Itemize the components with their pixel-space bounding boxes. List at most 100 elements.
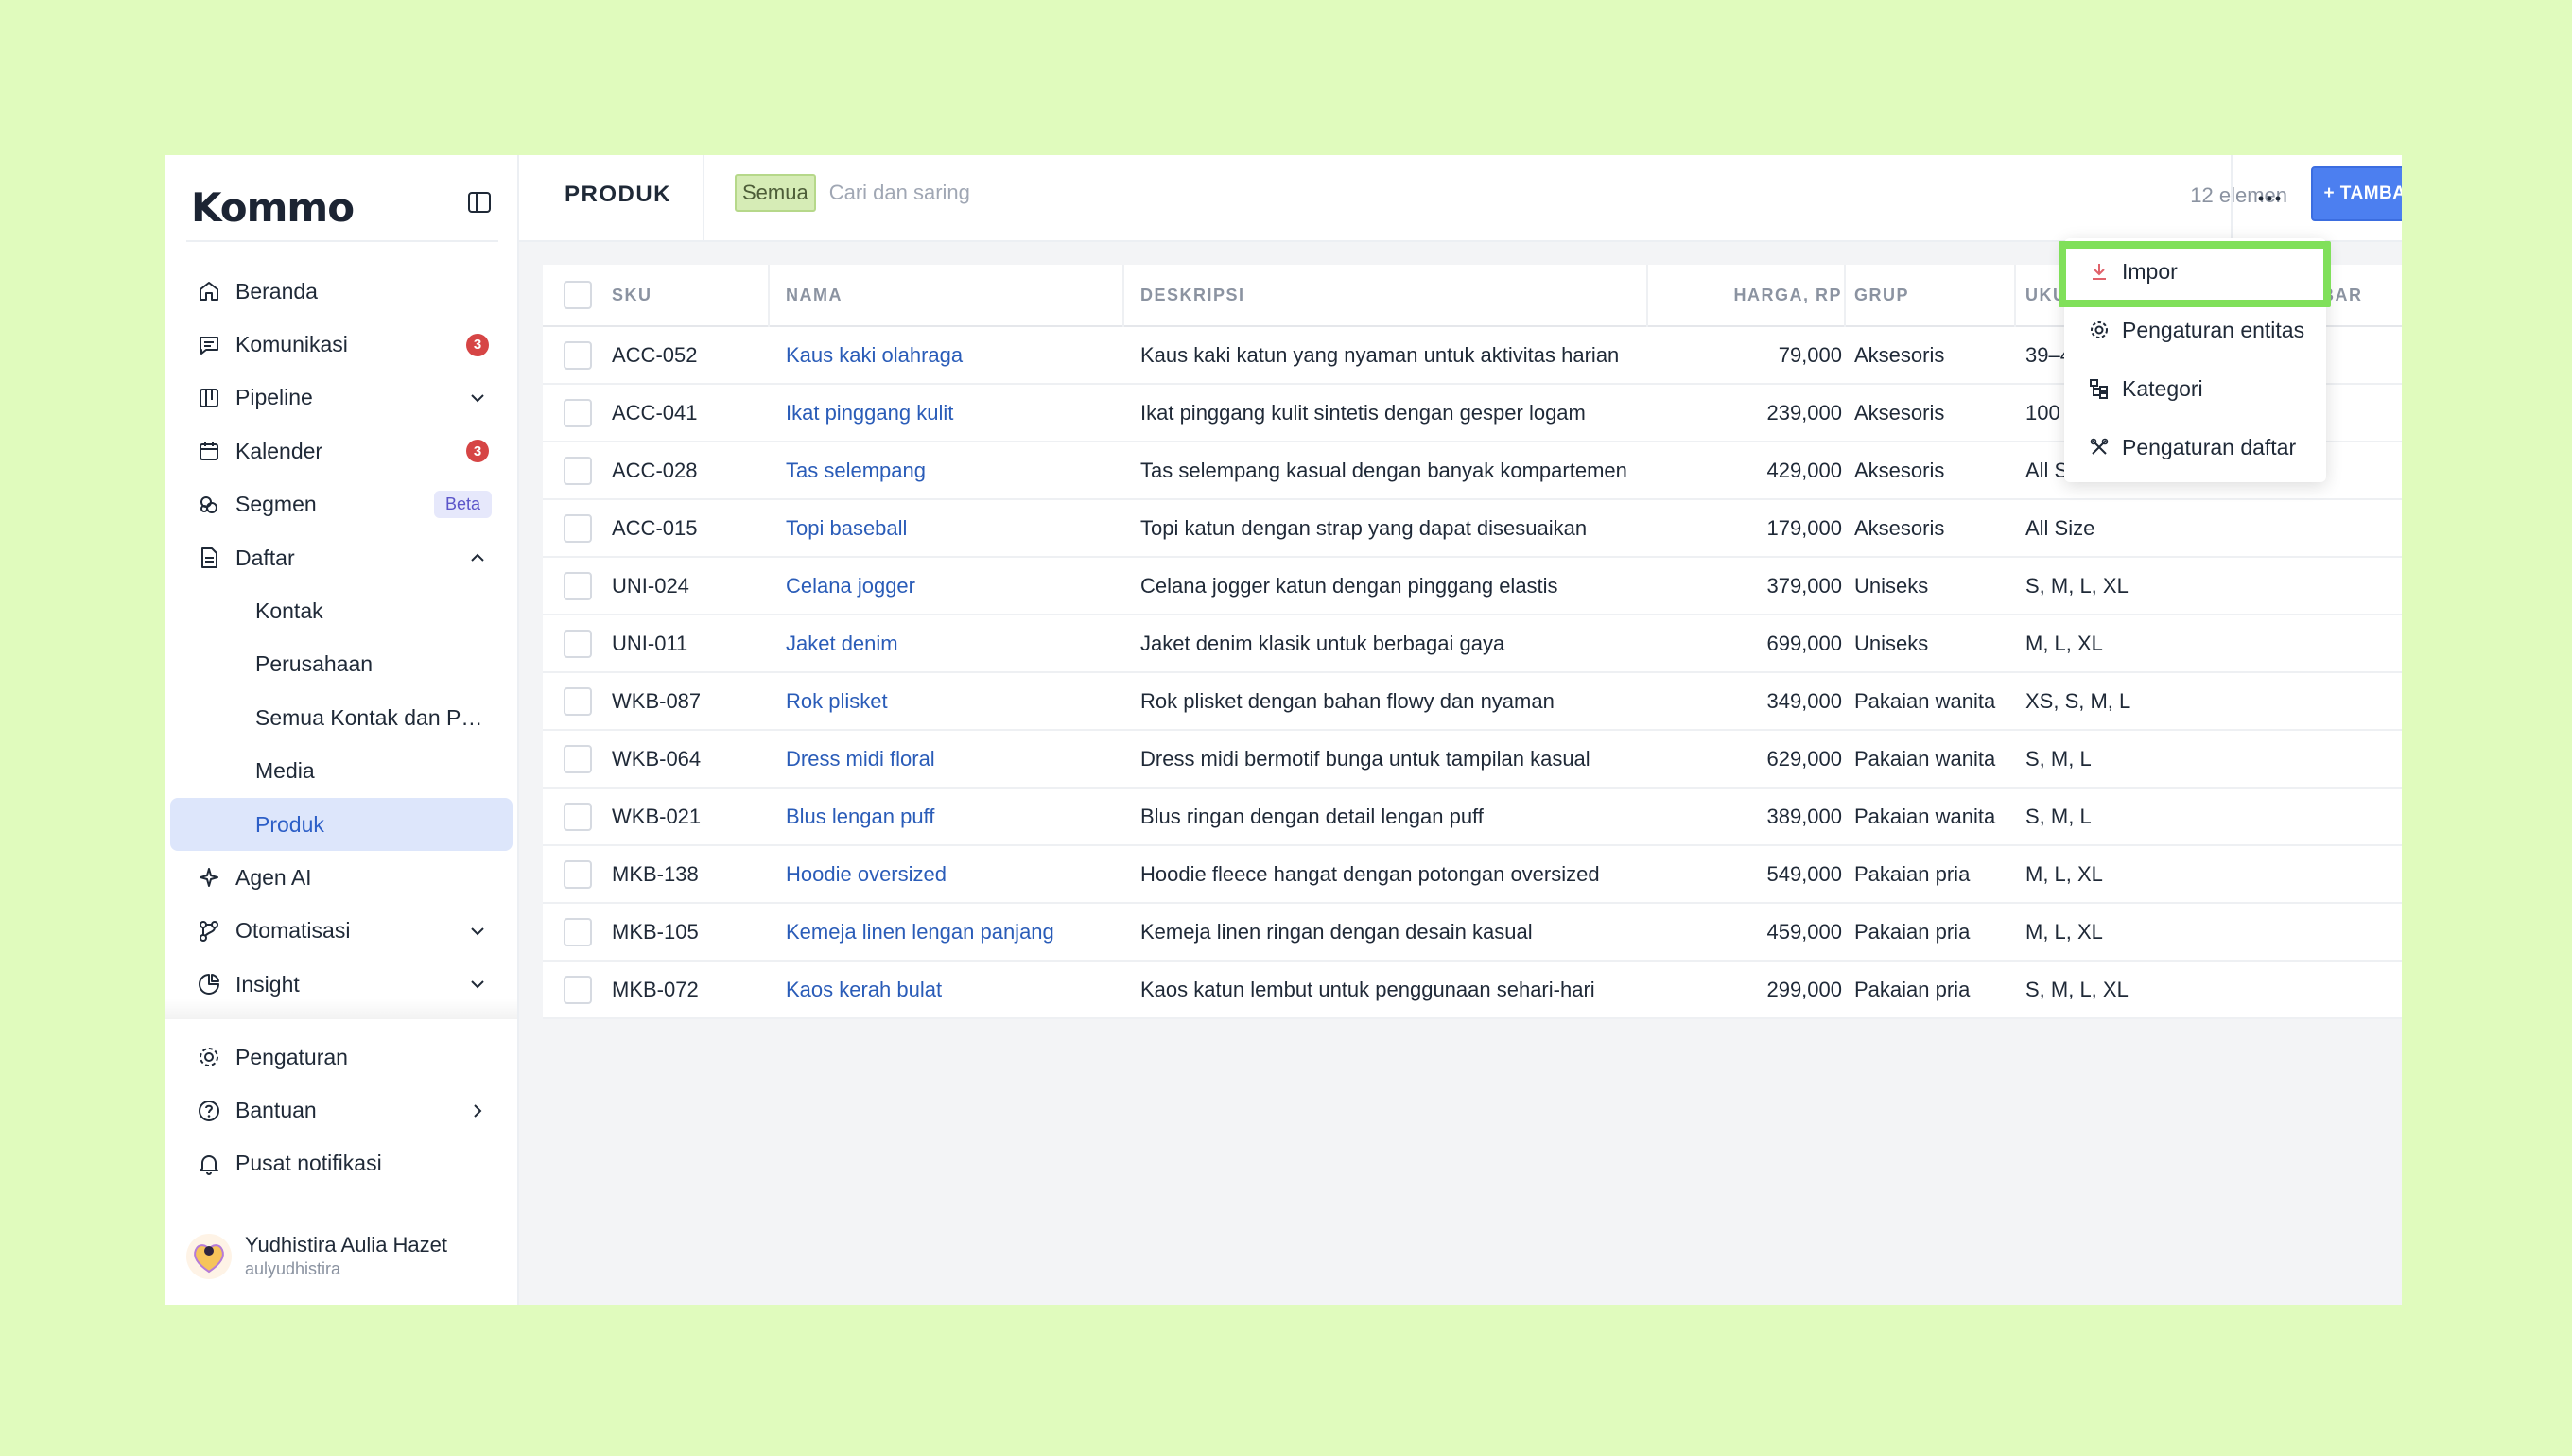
row-checkbox[interactable] <box>564 802 592 831</box>
product-name-link[interactable]: Blus lengan puff <box>786 789 1136 844</box>
sidebar-item-label: Perusahaan <box>255 651 374 677</box>
row-checkbox[interactable] <box>564 513 592 543</box>
cell-group: Pakaian wanita <box>1854 688 1996 713</box>
cell-description: Kemeja linen ringan dengan desain kasual <box>1140 919 1533 944</box>
product-name-link[interactable]: Topi baseball <box>786 500 1136 556</box>
sidebar-item-pipeline[interactable]: Pipeline <box>170 372 513 425</box>
table-row[interactable]: MKB-138 Hoodie oversized Hoodie fleece han… <box>543 846 2402 904</box>
chevron-down-icon[interactable] <box>469 390 486 407</box>
user-profile[interactable]: Yudhistira Aulia Hazet aulyudhistira <box>186 1233 447 1279</box>
product-name-link[interactable]: Rok plisket <box>786 673 1136 729</box>
product-name-link[interactable]: Ikat pinggang kulit <box>786 385 1136 441</box>
cell-size: S, M, L, XL <box>2025 977 2129 1001</box>
cell-sku: UNI-024 <box>612 573 689 598</box>
sidebar-item-label: Produk <box>255 811 324 837</box>
sidebar-bottom-nav: Pengaturan Bantuan Pusat notifikasi <box>170 1031 513 1190</box>
add-item-button[interactable]: + TAMBAHKAN ITEM <box>2311 166 2402 221</box>
cell-price: 549,000 <box>1766 861 1842 886</box>
row-checkbox[interactable] <box>564 744 592 773</box>
more-options-button[interactable] <box>2251 182 2287 216</box>
more-horizontal-icon <box>2258 196 2281 201</box>
row-checkbox[interactable] <box>564 456 592 485</box>
product-name-link[interactable]: Hoodie oversized <box>786 846 1136 902</box>
sidebar-item-produk[interactable]: Produk <box>170 797 513 852</box>
column-divider <box>2014 265 2016 327</box>
cell-sku: ACC-015 <box>612 515 698 540</box>
search-bar[interactable]: Semua <box>735 174 1302 212</box>
sidebar-item-media[interactable]: Media <box>170 745 513 798</box>
sidebar-item-kontak[interactable]: Kontak <box>170 584 513 637</box>
sidebar-item-semua-kontak[interactable]: Semua Kontak dan Perusahaan <box>170 691 513 744</box>
menu-item-pengaturan-entitas[interactable]: Pengaturan entitas <box>2064 301 2326 359</box>
table-row[interactable]: ACC-015 Topi baseball Topi katun dengan st… <box>543 500 2402 558</box>
automation-icon <box>196 918 222 945</box>
sidebar-item-beranda[interactable]: Beranda <box>170 265 513 318</box>
chevron-right-icon[interactable] <box>469 1102 486 1119</box>
cell-group: Pakaian pria <box>1854 977 1971 1001</box>
cell-group: Pakaian wanita <box>1854 746 1996 771</box>
sidebar-item-segmen[interactable]: Segmen Beta <box>170 478 513 531</box>
column-header-sku[interactable]: SKU <box>612 265 763 325</box>
kommo-logo[interactable]: Kommo <box>191 174 355 240</box>
product-name-link[interactable]: Tas selempang <box>786 442 1136 498</box>
chevron-down-icon[interactable] <box>469 923 486 940</box>
column-divider <box>768 265 770 327</box>
product-name-link[interactable]: Dress midi floral <box>786 731 1136 787</box>
menu-item-pengaturan-daftar[interactable]: Pengaturan daftar <box>2064 418 2326 477</box>
chart-icon <box>196 971 222 997</box>
chevron-up-icon[interactable] <box>469 549 486 566</box>
table-row[interactable]: WKB-087 Rok plisket Rok plisket dengan bah… <box>543 673 2402 731</box>
sidebar-item-kalender[interactable]: Kalender 3 <box>170 425 513 477</box>
cell-sku: WKB-021 <box>612 804 702 828</box>
product-name-link[interactable]: Kaus kaki olahraga <box>786 327 1136 383</box>
column-header-price[interactable]: HARGA, RP <box>1660 265 1842 325</box>
help-icon <box>196 1098 222 1124</box>
menu-item-label: Kategori <box>2122 375 2203 401</box>
column-header-desc[interactable]: DESKRIPSI <box>1140 265 1656 325</box>
table-row[interactable]: UNI-024 Celana jogger Celana jogger katun … <box>543 558 2402 615</box>
sidebar-item-otomatisasi[interactable]: Otomatisasi <box>170 905 513 958</box>
search-input[interactable] <box>828 181 1302 205</box>
table-row[interactable]: MKB-105 Kemeja linen lengan panjang Kemeja… <box>543 904 2402 962</box>
product-name-link[interactable]: Jaket denim <box>786 615 1136 671</box>
cell-size: S, M, L, XL <box>2025 573 2129 598</box>
table-row[interactable]: WKB-021 Blus lengan puff Blus ringan denga… <box>543 789 2402 846</box>
menu-item-kategori[interactable]: Kategori <box>2064 359 2326 418</box>
sidebar-item-bantuan[interactable]: Bantuan <box>170 1083 513 1136</box>
row-checkbox[interactable] <box>564 686 592 716</box>
cell-price: 429,000 <box>1766 458 1842 482</box>
sidebar-collapse-button[interactable] <box>462 185 496 219</box>
sidebar-item-agen-ai[interactable]: Agen AI <box>170 851 513 904</box>
sidebar-item-pusat-notifikasi[interactable]: Pusat notifikasi <box>170 1137 513 1190</box>
row-checkbox[interactable] <box>564 975 592 1004</box>
table-row[interactable]: WKB-064 Dress midi floral Dress midi bermo… <box>543 731 2402 789</box>
row-checkbox[interactable] <box>564 917 592 946</box>
cell-price: 299,000 <box>1766 977 1842 1001</box>
column-header-name[interactable]: NAMA <box>786 265 1136 325</box>
product-name-link[interactable]: Celana jogger <box>786 558 1136 614</box>
row-checkbox[interactable] <box>564 571 592 600</box>
row-checkbox[interactable] <box>564 398 592 427</box>
filter-chip[interactable]: Semua <box>735 174 816 212</box>
menu-item-impor[interactable]: Impor <box>2064 242 2326 301</box>
sidebar-item-daftar[interactable]: Daftar <box>170 531 513 584</box>
product-name-link[interactable]: Kaos kerah bulat <box>786 962 1136 1017</box>
row-checkbox[interactable] <box>564 340 592 370</box>
sidebar-item-pengaturan[interactable]: Pengaturan <box>170 1031 513 1083</box>
cell-description: Tas selempang kasual dengan banyak kompa… <box>1140 458 1627 482</box>
sidebar-item-perusahaan[interactable]: Perusahaan <box>170 638 513 691</box>
cell-size: M, L, XL <box>2025 631 2103 655</box>
row-checkbox[interactable] <box>564 859 592 889</box>
column-header-group[interactable]: GRUP <box>1854 265 2015 325</box>
table-row[interactable]: MKB-072 Kaos kerah bulat Kaos katun lembut… <box>543 962 2402 1019</box>
chevron-down-icon[interactable] <box>469 976 486 993</box>
cell-description: Celana jogger katun dengan pinggang elas… <box>1140 573 1558 598</box>
product-name-link[interactable]: Kemeja linen lengan panjang <box>786 904 1136 960</box>
cell-group: Aksesoris <box>1854 458 1945 482</box>
cell-sku: MKB-138 <box>612 861 699 886</box>
select-all-checkbox[interactable] <box>564 281 592 309</box>
row-checkbox[interactable] <box>564 629 592 658</box>
table-row[interactable]: UNI-011 Jaket denim Jaket denim klasik unt… <box>543 615 2402 673</box>
sidebar-item-komunikasi[interactable]: Komunikasi 3 <box>170 318 513 371</box>
cell-size: S, M, L <box>2025 804 2092 828</box>
